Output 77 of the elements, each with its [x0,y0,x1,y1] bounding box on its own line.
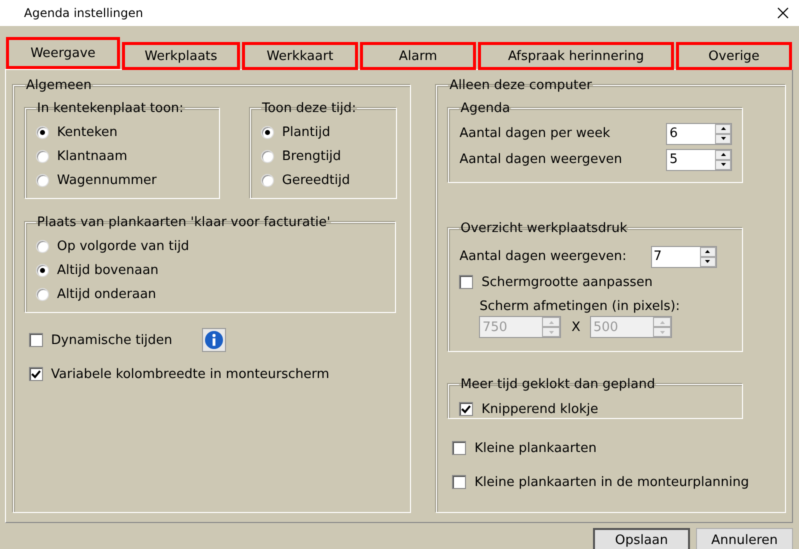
field-label: Aantal dagen per week [459,126,610,141]
tab[interactable]: Alarm [360,42,476,70]
option-label: Op volgorde van tijd [57,238,190,254]
radio-button[interactable] [261,174,274,186]
up-arrow-icon [720,127,726,130]
checkbox[interactable] [29,333,43,347]
tab[interactable]: Overige [676,42,792,70]
up-button[interactable] [715,124,732,134]
group-title: Meer tijd geklokt dan gepland [459,377,656,392]
tab[interactable]: Weergave [6,37,120,69]
group-title: Agenda [459,101,512,116]
up-button[interactable] [715,150,732,160]
group-title: Overzicht werkplaatsdruk [459,221,628,236]
option-label: Gereedtijd [282,172,350,188]
tab[interactable]: Afspraak herinnering [478,42,674,70]
separator-label: X [571,320,580,334]
radio-button[interactable] [36,126,49,138]
up-button[interactable] [700,246,716,256]
group-title: Plaats van plankaarten 'klaar voor facturatie' [36,215,332,230]
down-button[interactable] [700,256,716,266]
group-title: Toon deze tijd: [261,101,358,116]
checkbox[interactable] [459,402,474,416]
tab[interactable]: Werkplaats [122,42,240,70]
up-arrow-icon [705,250,710,253]
option-label: Klantnaam [57,148,128,164]
close-icon[interactable] [777,7,789,19]
field-label: Aantal dagen weergeven [459,152,622,167]
info-icon [204,330,224,350]
field-label: Scherm afmetingen (in pixels): [479,299,680,314]
radio-button[interactable] [261,126,274,138]
option-label: Brengtijd [282,148,342,164]
checkbox-label: Variabele kolombreedte in monteurscherm [51,366,330,382]
down-arrow-icon [720,137,726,140]
spin-box[interactable]: 5 [666,148,732,170]
window-title: Agenda instellingen [24,6,144,20]
checkbox[interactable] [452,441,466,455]
radio-button[interactable] [36,150,49,162]
group-title: In kentekenplaat toon: [36,101,185,116]
down-button[interactable] [715,134,732,144]
up-arrow-icon [548,320,554,324]
number-field[interactable]: 7 [652,246,700,266]
checkbox[interactable] [29,367,43,381]
option-label: Wagennummer [57,172,157,188]
down-button[interactable] [715,160,732,170]
dialog-button[interactable]: Annuleren [696,528,793,549]
down-arrow-icon [660,330,665,334]
radio-button[interactable] [36,174,49,186]
down-arrow-icon [548,330,554,334]
spin-box[interactable]: 7 [650,246,717,268]
radio-button[interactable] [36,264,49,276]
radio-button[interactable] [36,240,49,252]
group-title: Alleen deze computer [448,78,593,93]
dialog-button[interactable]: Opslaan [593,528,690,549]
checkbox[interactable] [459,275,474,289]
spin-box[interactable]: 6 [666,122,732,144]
number-field[interactable]: 6 [667,124,716,144]
number-field[interactable]: 5 [667,150,716,170]
checkbox-label: Kleine plankaarten in de monteurplanning [474,474,750,490]
up-arrow-icon [720,153,726,156]
radio-button[interactable] [36,288,49,300]
radio-button[interactable] [261,150,274,162]
down-arrow-icon [720,163,726,166]
checkbox-label: Dynamische tijden [51,332,172,348]
option-label: Plantijd [282,124,330,140]
option-label: Altijd bovenaan [57,262,159,278]
group-title: Algemeen [25,78,93,93]
field-label: Aantal dagen weergeven: [459,249,627,264]
checkbox-label: Kleine plankaarten [474,440,597,456]
checkbox-label: Schermgrootte aanpassen [481,274,653,290]
up-arrow-icon [660,320,665,324]
down-arrow-icon [705,260,710,263]
info-button[interactable] [202,328,226,352]
tab[interactable]: Werkkaart [242,42,358,70]
checkbox-label: Knipperend klokje [481,402,598,416]
option-label: Kenteken [57,124,118,140]
option-label: Altijd onderaan [57,286,156,302]
checkbox[interactable] [452,475,466,489]
